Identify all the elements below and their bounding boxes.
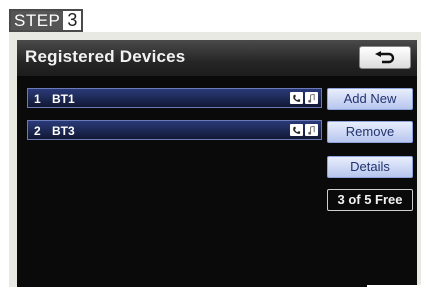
device-index: 2 [34, 124, 41, 138]
back-button[interactable] [359, 46, 411, 69]
phone-icon [290, 92, 303, 104]
page-title: Registered Devices [25, 47, 186, 66]
add-new-button[interactable]: Add New [327, 88, 413, 110]
device-index: 1 [34, 92, 41, 106]
remove-button[interactable]: Remove [327, 121, 413, 143]
step-number: 3 [63, 11, 82, 30]
title-bar: Registered Devices [17, 40, 417, 76]
display-screen: Registered Devices 1 BT1 2 BT3 Add New R… [17, 40, 417, 287]
back-arrow-icon [375, 50, 395, 63]
music-note-icon [305, 124, 318, 136]
details-button[interactable]: Details [327, 156, 413, 178]
image-code [367, 285, 427, 293]
phone-icon [290, 124, 303, 136]
device-row-1[interactable]: 1 BT1 [27, 88, 322, 108]
step-label: STEP [11, 11, 64, 30]
music-note-icon [305, 92, 318, 104]
device-row-2[interactable]: 2 BT3 [27, 120, 322, 140]
device-name: BT3 [52, 124, 75, 138]
step-badge: STEP 3 [9, 9, 84, 32]
device-name: BT1 [52, 92, 75, 106]
free-slots-indicator: 3 of 5 Free [327, 189, 413, 211]
